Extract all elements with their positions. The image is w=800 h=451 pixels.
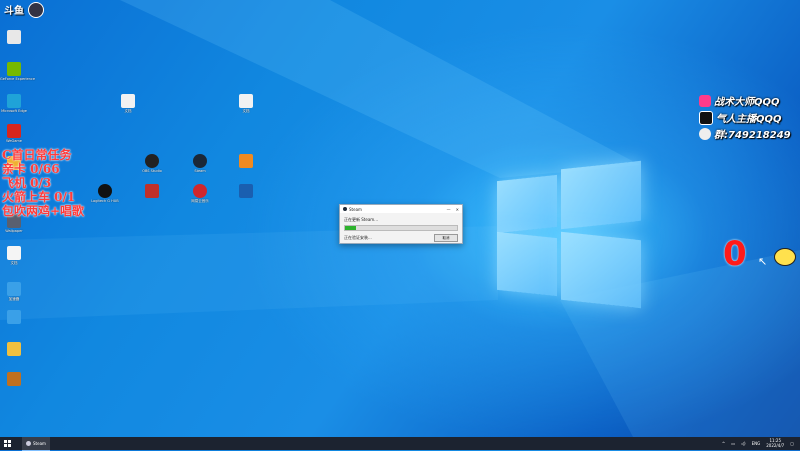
social-line-2: 气人主播QQQ bbox=[699, 110, 782, 125]
desktop-icon-label: Steam bbox=[194, 169, 206, 173]
desktop-icon[interactable]: 文档 bbox=[232, 94, 260, 113]
desktop-icon[interactable]: Logitech G HUB bbox=[91, 184, 119, 203]
document-icon bbox=[121, 94, 135, 108]
desktop-icon[interactable] bbox=[138, 184, 166, 199]
desktop-icon-label: OBS Studio bbox=[142, 169, 162, 173]
desktop-icon[interactable] bbox=[232, 154, 260, 169]
steam-icon bbox=[193, 154, 207, 168]
task-line: 飞机 0/3 bbox=[2, 176, 52, 190]
game-icon bbox=[7, 124, 21, 138]
tray-chevron-icon[interactable]: ^ bbox=[722, 441, 725, 446]
daily-task-overlay: C首日常任务 亲卡 0/66 飞机 0/3 火箭上车 0/1 包吹两鸡+唱歌 bbox=[2, 148, 84, 218]
social-text: 群:749218249 bbox=[714, 130, 791, 141]
desktop-icon[interactable]: OBS Studio bbox=[138, 154, 166, 173]
taskbar-app-steam[interactable]: Steam bbox=[22, 436, 50, 451]
windows-start-icon bbox=[3, 440, 11, 447]
task-line: 亲卡 0/66 bbox=[2, 162, 60, 176]
desktop-icon-label: Wallpaper bbox=[5, 229, 23, 233]
obs-icon bbox=[145, 154, 159, 168]
desktop-icon[interactable]: 文档 bbox=[0, 246, 28, 265]
app-icon bbox=[239, 154, 253, 168]
desktop-icon[interactable]: Microsoft Edge bbox=[0, 94, 28, 113]
desktop-icon[interactable]: 网易云音乐 bbox=[186, 184, 214, 203]
dialog-title: Steam bbox=[349, 206, 362, 212]
desktop-icon[interactable]: 文档 bbox=[114, 94, 142, 113]
cancel-button[interactable]: 取消 bbox=[434, 234, 458, 242]
recycle-bin-icon bbox=[7, 30, 21, 44]
folder-icon bbox=[7, 342, 21, 356]
tiktok-icon bbox=[699, 110, 713, 125]
app-icon bbox=[7, 282, 21, 296]
desktop-icon[interactable] bbox=[0, 342, 28, 357]
update-progress-bar bbox=[344, 225, 458, 231]
clock-date: 2022/4/7 bbox=[766, 442, 785, 448]
app-icon bbox=[239, 184, 253, 198]
logitech-icon bbox=[98, 184, 112, 198]
desktop-icon-label: WeGame bbox=[6, 139, 22, 143]
minimize-icon[interactable]: — bbox=[447, 207, 451, 212]
qq-icon bbox=[699, 127, 711, 140]
social-text: 战术大师QQQ bbox=[714, 97, 780, 108]
document-icon bbox=[7, 246, 21, 260]
desktop-icon[interactable] bbox=[232, 184, 260, 199]
avatar-icon bbox=[28, 2, 44, 18]
steam-icon bbox=[26, 440, 31, 446]
task-title: C首日常任务 bbox=[2, 148, 72, 162]
document-icon bbox=[239, 94, 253, 108]
music-icon bbox=[193, 184, 207, 198]
task-line: 包吹两鸡+唱歌 bbox=[2, 204, 85, 218]
desktop-icon[interactable] bbox=[0, 30, 28, 45]
notification-icon[interactable]: ▢ bbox=[790, 441, 794, 446]
language-indicator[interactable]: ENG bbox=[752, 441, 761, 446]
task-line: 火箭上车 0/1 bbox=[2, 190, 76, 204]
edge-icon bbox=[7, 94, 21, 108]
cursor-icon: ↖ bbox=[758, 255, 768, 268]
nvidia-icon bbox=[7, 62, 21, 76]
desktop-icon[interactable] bbox=[0, 310, 28, 325]
dialog-status-line1: 正在更新 Steam... bbox=[344, 217, 379, 222]
social-text: 气人主播QQQ bbox=[716, 114, 782, 125]
progress-fill bbox=[345, 226, 357, 230]
app-icon bbox=[7, 310, 21, 324]
desktop-icon-label: 文档 bbox=[242, 109, 250, 113]
desktop-icon-label: 文档 bbox=[124, 109, 132, 113]
desktop-icon-label: 网易云音乐 bbox=[191, 199, 209, 203]
taskbar-app-label: Steam bbox=[33, 440, 46, 446]
desktop-icon-label: Logitech G HUB bbox=[91, 199, 119, 203]
mascot-icon bbox=[774, 248, 796, 266]
volume-icon[interactable]: ◁) bbox=[741, 441, 746, 446]
steam-icon bbox=[343, 207, 347, 211]
live-app-icon bbox=[699, 94, 711, 107]
desktop-icon-label: GeForce Experience bbox=[0, 77, 35, 81]
stream-badge: 斗鱼 bbox=[4, 2, 24, 17]
game-icon bbox=[7, 372, 21, 386]
desktop-icon-label: Microsoft Edge bbox=[1, 109, 27, 113]
start-button[interactable] bbox=[0, 437, 14, 450]
close-icon[interactable]: ✕ bbox=[456, 207, 459, 212]
desktop-icon[interactable] bbox=[0, 372, 28, 387]
desktop-icon[interactable]: WeGame bbox=[0, 124, 28, 143]
social-line-3: 群:749218249 bbox=[699, 126, 791, 141]
clock[interactable]: 11:25 2022/4/7 bbox=[766, 438, 785, 448]
desktop-icon-label: 文档 bbox=[10, 261, 18, 265]
stream-badge-text: 斗鱼 bbox=[4, 6, 24, 17]
app-icon bbox=[145, 184, 159, 198]
network-icon[interactable]: ▭ bbox=[731, 441, 735, 446]
desktop-icon-label: 加速器 bbox=[8, 297, 20, 301]
desktop-icon[interactable]: GeForce Experience bbox=[0, 62, 35, 81]
desktop-icon[interactable]: 加速器 bbox=[0, 282, 28, 301]
social-line-1: 战术大师QQQ bbox=[699, 93, 780, 108]
dialog-titlebar[interactable]: Steam — ✕ bbox=[340, 205, 462, 213]
taskbar: Steam ^ ▭ ◁) ENG 11:25 2022/4/7 ▢ bbox=[0, 436, 800, 451]
counter-value: 0 bbox=[723, 234, 747, 274]
desktop-icon[interactable]: Steam bbox=[186, 154, 214, 173]
steam-update-dialog: Steam — ✕ 正在更新 Steam... 正在验证安装... 取消 bbox=[339, 204, 463, 244]
dialog-status-line2: 正在验证安装... bbox=[344, 235, 372, 240]
